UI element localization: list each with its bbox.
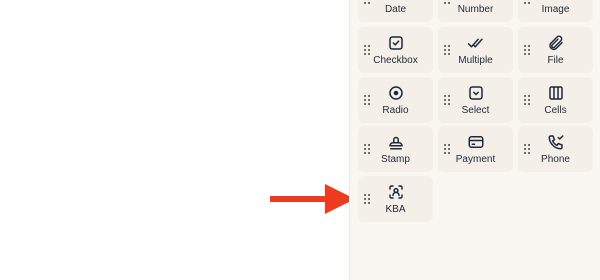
field-item-label: Phone [541, 154, 570, 165]
field-item-label: File [547, 55, 564, 66]
drag-handle-icon[interactable] [524, 95, 530, 105]
drag-handle-icon[interactable] [524, 45, 530, 55]
credit-card-icon [467, 133, 485, 151]
field-item-image[interactable]: Image [518, 0, 593, 22]
drag-handle-icon[interactable] [444, 45, 450, 55]
field-item-kba[interactable]: KBA [358, 176, 433, 222]
face-scan-icon [387, 183, 405, 201]
field-item-label: Payment [455, 154, 496, 165]
double-check-icon [467, 34, 485, 52]
field-item-label: Multiple [458, 55, 493, 66]
stamp-icon [387, 133, 405, 151]
field-item-phone[interactable]: Phone [518, 126, 593, 172]
field-item-label: Checkbox [373, 55, 418, 66]
field-item-radio[interactable]: Radio [358, 77, 433, 123]
document-canvas [0, 0, 349, 280]
select-dropdown-icon [467, 84, 485, 102]
field-item-label: Number [457, 4, 494, 15]
radio-icon [387, 84, 405, 102]
field-item-label: Stamp [381, 154, 410, 165]
cells-columns-icon [547, 84, 565, 102]
red-arrow-annotation [270, 184, 355, 214]
drag-handle-icon[interactable] [364, 144, 370, 154]
field-item-label: Date [384, 4, 407, 15]
field-item-label: Cells [544, 105, 567, 116]
drag-handle-icon[interactable] [364, 45, 370, 55]
drag-handle-icon[interactable] [364, 95, 370, 105]
field-item-checkbox[interactable]: Checkbox [358, 27, 433, 73]
field-palette: Date Number Image Checkbox Multiple File… [349, 0, 600, 280]
field-item-label: Image [541, 4, 570, 15]
paperclip-icon [547, 34, 565, 52]
phone-check-icon [547, 133, 565, 151]
field-item-stamp[interactable]: Stamp [358, 126, 433, 172]
field-item-label: Radio [382, 105, 409, 116]
drag-handle-icon[interactable] [524, 144, 530, 154]
field-item-number[interactable]: Number [438, 0, 513, 22]
field-item-label: Select [461, 105, 490, 116]
field-item-file[interactable]: File [518, 27, 593, 73]
field-item-select[interactable]: Select [438, 77, 513, 123]
number-icon [467, 0, 485, 1]
checkbox-icon [387, 34, 405, 52]
drag-handle-icon[interactable] [444, 95, 450, 105]
field-item-date[interactable]: Date [358, 0, 433, 22]
field-item-multiple[interactable]: Multiple [438, 27, 513, 73]
image-icon [547, 0, 565, 1]
field-item-label: KBA [385, 204, 406, 215]
field-item-cells[interactable]: Cells [518, 77, 593, 123]
drag-handle-icon[interactable] [364, 194, 370, 204]
drag-handle-icon[interactable] [444, 144, 450, 154]
calendar-icon [387, 0, 405, 1]
field-item-payment[interactable]: Payment [438, 126, 513, 172]
